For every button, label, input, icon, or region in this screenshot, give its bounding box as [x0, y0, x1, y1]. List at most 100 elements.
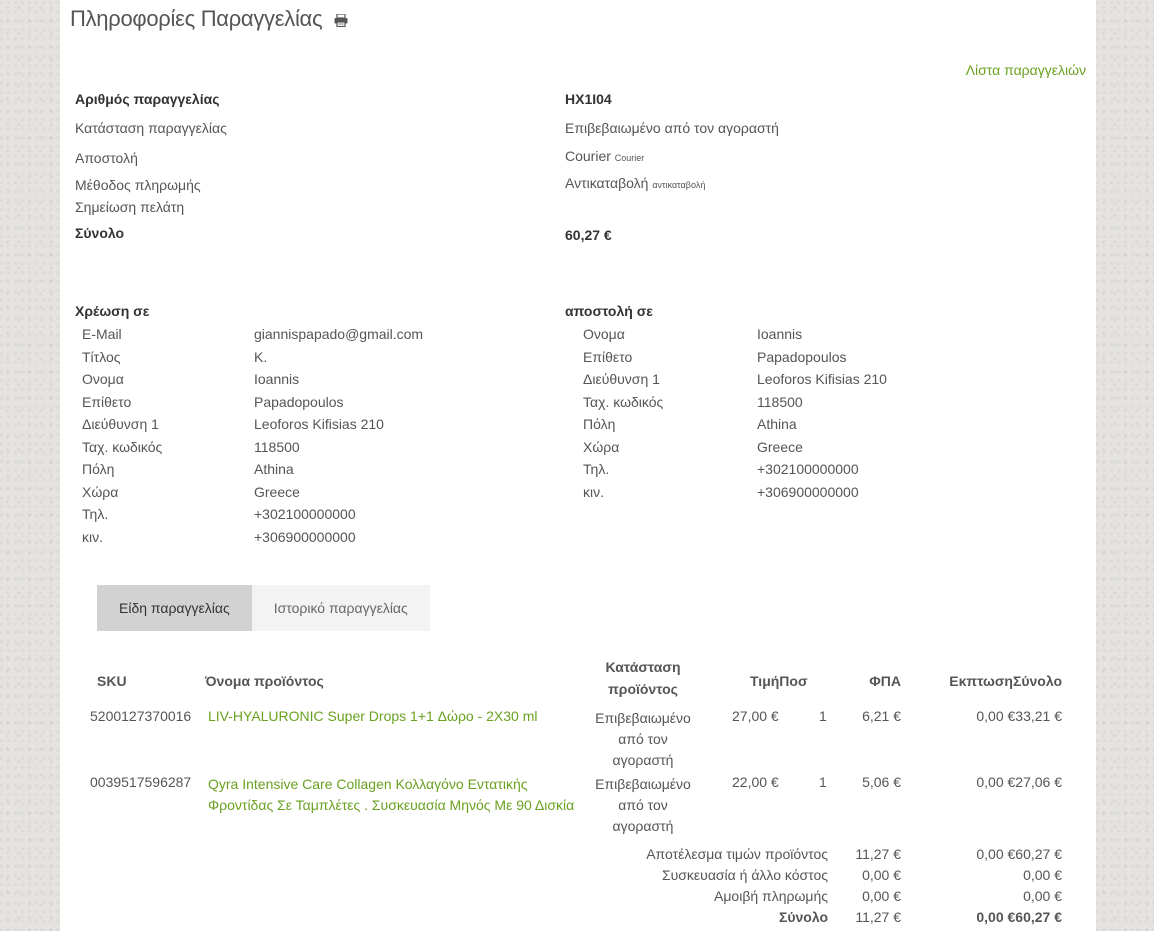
- billing-labels: E-Mail Τίτλος Ονομα Επίθετο Διεύθυνση 1 …: [82, 323, 162, 548]
- summary-grand-total: 0,00 €60,27 €: [976, 909, 1062, 925]
- order-status-label: Κατάσταση παραγγελίας: [75, 120, 227, 136]
- shipping-label: Αποστολή: [75, 150, 138, 166]
- billing-label: Διεύθυνση 1: [82, 416, 159, 432]
- order-number-label: Αριθμός παραγγελίας: [75, 91, 220, 107]
- shipto-phone: +302100000000: [757, 461, 859, 477]
- shipto-label: Χώρα: [583, 438, 620, 455]
- shipto-heading: αποστολή σε: [565, 303, 653, 319]
- billing-first-name: Ioannis: [254, 371, 300, 387]
- row-status-line: Επιβεβαιωμένο: [595, 710, 691, 726]
- shipto-label: Διεύθυνση 1: [583, 371, 660, 387]
- summary-discount-total: 0,00 €60,27 €: [976, 846, 1062, 862]
- table-row-vat: 6,21 €: [862, 708, 901, 724]
- table-row-status: Επιβεβαιωμένο από τον αγοραστή: [580, 708, 706, 771]
- shipto-postcode: 118500: [757, 393, 803, 410]
- billing-country: Greece: [254, 483, 300, 500]
- summary-label: Αποτέλεσμα τιμών προϊόντος: [646, 846, 828, 862]
- shipto-labels: Ονομα Επίθετο Διεύθυνση 1 Ταχ. κωδικός Π…: [583, 323, 663, 503]
- billing-values: giannispapado@gmail.com Κ. Ioannis Papad…: [254, 323, 423, 548]
- customer-note-label: Σημείωση πελάτη: [75, 199, 185, 215]
- billing-label: Πόλη: [82, 461, 115, 477]
- table-row-price: 27,00 €: [732, 708, 779, 724]
- shipping-method-desc: Courier: [614, 153, 645, 163]
- shipping-value: Courier Courier: [565, 148, 644, 164]
- payment-method-desc: αντικαταβολή: [652, 180, 706, 190]
- billing-postcode: 118500: [254, 438, 300, 455]
- billing-label: κιν.: [82, 528, 103, 545]
- order-status-value: Επιβεβαιωμένο από τον αγοραστή: [565, 120, 779, 136]
- order-number-value: HX1I04: [565, 91, 612, 107]
- table-row-discount-total: 0,00 €27,06 €: [976, 774, 1062, 790]
- billing-label: Τίτλος: [82, 348, 121, 365]
- page-background-left: [0, 0, 60, 931]
- printer-icon[interactable]: [334, 7, 348, 33]
- order-total-label: Σύνολο: [75, 225, 125, 241]
- col-header-sku: SKU: [97, 673, 127, 689]
- payment-method: Αντικαταβολή: [565, 175, 649, 191]
- billing-label: Ονομα: [82, 371, 124, 387]
- billing-city: Athina: [254, 461, 294, 477]
- billing-address: Leoforos Kifisias 210: [254, 416, 384, 432]
- summary-total-label: Σύνολο: [778, 909, 828, 925]
- billing-title: Κ.: [254, 348, 268, 365]
- table-row-vat: 5,06 €: [862, 774, 901, 790]
- page-background-right: [1096, 0, 1154, 931]
- table-row-sku: 5200127370016: [90, 708, 192, 724]
- shipto-last-name: Papadopoulos: [757, 348, 847, 365]
- order-total-value: 60,27 €: [565, 227, 612, 243]
- row-status-line: αγοραστή: [612, 818, 674, 834]
- row-status-line: από τον: [618, 797, 668, 813]
- billing-heading: Χρέωση σε: [75, 303, 150, 319]
- tab-order-history[interactable]: Ιστορικό παραγγελίας: [252, 585, 430, 631]
- row-status-line: Επιβεβαιωμένο: [595, 776, 691, 792]
- shipping-method: Courier: [565, 148, 611, 164]
- shipto-city: Athina: [757, 416, 797, 432]
- product-link[interactable]: LIV-HYALURONIC Super Drops 1+1 Δώρο - 2Χ…: [208, 708, 538, 724]
- shipto-values: Ioannis Papadopoulos Leoforos Kifisias 2…: [757, 323, 887, 503]
- summary-discount-total: 0,00 €: [1023, 867, 1062, 883]
- billing-label: Ταχ. κωδικός: [82, 438, 163, 455]
- table-row-status: Επιβεβαιωμένο από τον αγοραστή: [580, 774, 706, 837]
- table-row-qty: 1: [819, 774, 827, 790]
- order-info-panel: Πληροφορίες Παραγγελίας Λίστα παραγγελιώ…: [60, 0, 1096, 931]
- summary-total-vat: 11,27 €: [855, 909, 901, 925]
- payment-value: Αντικαταβολή αντικαταβολή: [565, 175, 705, 191]
- summary-label: Συσκευασία ή άλλο κόστος: [661, 867, 828, 883]
- shipto-first-name: Ioannis: [757, 326, 803, 342]
- shipto-label: κιν.: [583, 483, 604, 500]
- payment-label: Μέθοδος πληρωμής: [75, 177, 201, 193]
- product-link[interactable]: Qyra Intensive Care Collagen Κολλαγόνο Ε…: [208, 774, 574, 816]
- col-header-status: Κατάσταση προϊόντος: [580, 656, 706, 700]
- col-header-price-qty: ΤιμήΠοσ: [750, 673, 808, 689]
- shipto-label: Επίθετο: [583, 348, 633, 365]
- page-title: Πληροφορίες Παραγγελίας: [70, 6, 348, 33]
- summary-label: Αμοιβή πληρωμής: [714, 888, 828, 904]
- col-header-discount-total: ΕκπτωσηΣύνολο: [949, 673, 1062, 689]
- col-header-status-line: προϊόντος: [608, 681, 678, 697]
- shipto-label: Ταχ. κωδικός: [583, 393, 664, 410]
- billing-label: Επίθετο: [82, 393, 132, 410]
- billing-mobile: +306900000000: [254, 528, 356, 545]
- billing-phone: +302100000000: [254, 506, 356, 522]
- orders-list-link[interactable]: Λίστα παραγγελιών: [966, 62, 1086, 78]
- billing-label: Χώρα: [82, 483, 119, 500]
- table-row-discount-total: 0,00 €33,21 €: [976, 708, 1062, 724]
- summary-discount-total: 0,00 €: [1023, 888, 1062, 904]
- product-name-line: Φροντίδας Σε Ταμπλέτες . Συσκευασία Μηνό…: [208, 797, 575, 813]
- billing-last-name: Papadopoulos: [254, 393, 344, 410]
- summary-vat: 0,00 €: [862, 867, 901, 883]
- tab-order-items[interactable]: Είδη παραγγελίας: [97, 585, 252, 631]
- table-row-qty: 1: [819, 708, 827, 724]
- shipto-label: Τηλ.: [583, 461, 610, 477]
- row-status-line: από τον: [618, 731, 668, 747]
- summary-vat: 11,27 €: [855, 846, 901, 862]
- product-name-line: Qyra Intensive Care Collagen Κολλαγόνο Ε…: [208, 776, 528, 792]
- order-tabs: Είδη παραγγελίας Ιστορικό παραγγελίας: [97, 585, 430, 631]
- page-title-text: Πληροφορίες Παραγγελίας: [70, 6, 323, 31]
- shipto-label: Ονομα: [583, 326, 625, 342]
- col-header-vat: ΦΠΑ: [869, 673, 901, 689]
- table-row-sku: 0039517596287: [90, 774, 192, 790]
- summary-vat: 0,00 €: [862, 888, 901, 904]
- billing-label: Τηλ.: [82, 506, 109, 522]
- row-status-line: αγοραστή: [612, 752, 674, 768]
